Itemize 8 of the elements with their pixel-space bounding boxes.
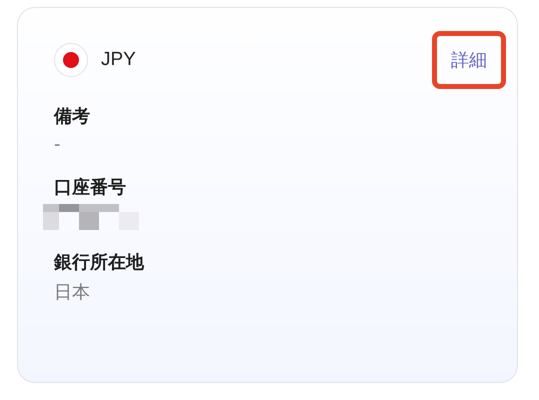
currency-code: JPY [101, 49, 136, 71]
field-label: 口座番号 [54, 176, 126, 199]
field-value: - [54, 134, 60, 155]
field-label: 銀行所在地 [54, 251, 144, 274]
details-link[interactable]: 詳細 [432, 31, 506, 89]
field-value: 日本 [54, 281, 90, 304]
field-label: 備考 [54, 105, 90, 128]
flag-icon [54, 43, 88, 77]
